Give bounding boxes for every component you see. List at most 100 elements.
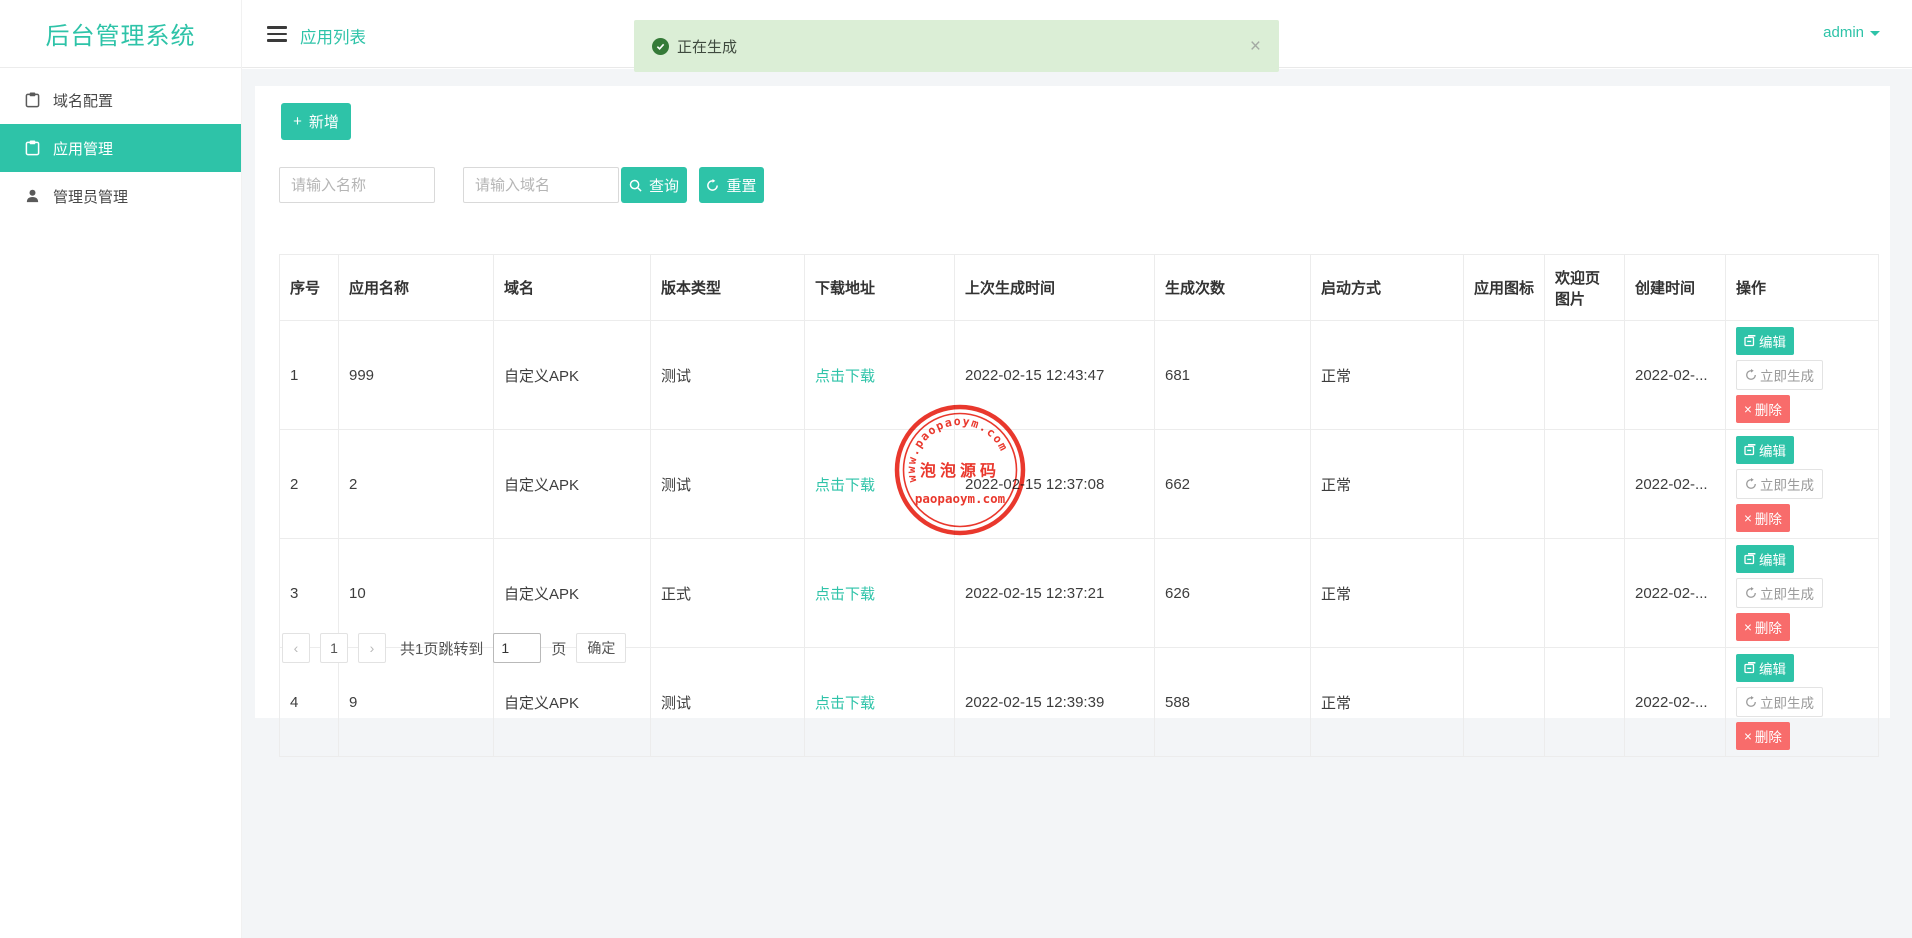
applications-table: 序号应用名称域名版本类型下载地址上次生成时间生成次数启动方式应用图标欢迎页图片创…	[279, 254, 1879, 757]
page-jump-input[interactable]	[493, 633, 541, 663]
cell-created: 2022-02-...	[1625, 648, 1726, 757]
delete-button[interactable]: ×删除	[1736, 722, 1790, 750]
cell-start-mode: 正常	[1311, 539, 1464, 648]
check-circle-icon	[652, 38, 669, 55]
cell-created: 2022-02-...	[1625, 321, 1726, 430]
x-icon: ×	[1744, 511, 1752, 526]
cell-no: 2	[280, 430, 339, 539]
generate-now-button[interactable]: 立即生成	[1736, 469, 1823, 499]
download-link[interactable]: 点击下载	[815, 695, 875, 712]
page-suffix-text: 页	[551, 638, 566, 659]
column-header: 应用名称	[339, 255, 494, 321]
cell-created: 2022-02-...	[1625, 539, 1726, 648]
delete-button[interactable]: ×删除	[1736, 395, 1790, 423]
sidebar-item-admin-manage[interactable]: 管理员管理	[0, 172, 241, 220]
cell-welcome-image	[1545, 648, 1625, 757]
generate-now-button[interactable]: 立即生成	[1736, 687, 1823, 717]
chevron-down-icon	[1870, 31, 1880, 36]
sidebar-item-domain-config[interactable]: 域名配置	[0, 76, 241, 124]
x-icon: ×	[1744, 729, 1752, 744]
search-icon	[629, 179, 642, 192]
toast-message: 正在生成	[677, 36, 737, 57]
cell-app-name: 10	[339, 539, 494, 648]
sidebar: 后台管理系统 域名配置 应用管理 管理员管理	[0, 0, 242, 938]
clipboard-icon	[25, 140, 40, 156]
cell-domain: 自定义APK	[494, 430, 651, 539]
cell-domain: 自定义APK	[494, 321, 651, 430]
cell-welcome-image	[1545, 430, 1625, 539]
pagination: ‹ 1 › 共1页跳转到 页 确定	[282, 633, 626, 663]
cell-download: 点击下载	[805, 539, 955, 648]
column-header: 应用图标	[1464, 255, 1545, 321]
table-row: 4 9 自定义APK 测试 点击下载 2022-02-15 12:39:39 5…	[280, 648, 1879, 757]
edit-icon	[1744, 444, 1756, 456]
hamburger-icon[interactable]	[267, 26, 287, 46]
column-header: 创建时间	[1625, 255, 1726, 321]
column-header: 启动方式	[1311, 255, 1464, 321]
search-button[interactable]: 查询	[621, 167, 687, 203]
main-content: + 新增 查询 重置	[242, 69, 1912, 938]
sidebar-item-label: 应用管理	[53, 138, 113, 159]
cell-domain: 自定义APK	[494, 648, 651, 757]
user-dropdown[interactable]: admin	[1823, 24, 1880, 41]
page-number-button[interactable]: 1	[320, 633, 348, 663]
cell-no: 4	[280, 648, 339, 757]
sidebar-menu: 域名配置 应用管理 管理员管理	[0, 68, 241, 220]
cell-app-name: 9	[339, 648, 494, 757]
column-header: 版本类型	[651, 255, 805, 321]
delete-button[interactable]: ×删除	[1736, 613, 1790, 641]
next-page-button[interactable]: ›	[358, 633, 386, 663]
download-link[interactable]: 点击下载	[815, 368, 875, 385]
cell-start-mode: 正常	[1311, 321, 1464, 430]
close-icon[interactable]: ×	[1250, 37, 1261, 56]
download-link[interactable]: 点击下载	[815, 586, 875, 603]
cell-app-icon	[1464, 539, 1545, 648]
column-header: 域名	[494, 255, 651, 321]
cell-generate-count: 626	[1155, 539, 1311, 648]
page-title: 应用列表	[300, 24, 366, 48]
edit-button[interactable]: 编辑	[1736, 654, 1794, 682]
plus-icon: +	[293, 113, 302, 130]
cell-domain: 自定义APK	[494, 539, 651, 648]
cell-version-type: 测试	[651, 430, 805, 539]
cell-app-name: 2	[339, 430, 494, 539]
page-total-text: 共1页跳转到	[400, 638, 483, 659]
reset-button[interactable]: 重置	[699, 167, 764, 203]
table-row: 1 999 自定义APK 测试 点击下载 2022-02-15 12:43:47…	[280, 321, 1879, 430]
cell-generate-count: 588	[1155, 648, 1311, 757]
delete-button[interactable]: ×删除	[1736, 504, 1790, 532]
content-card: + 新增 查询 重置	[255, 86, 1890, 718]
table-header-row: 序号应用名称域名版本类型下载地址上次生成时间生成次数启动方式应用图标欢迎页图片创…	[280, 255, 1879, 321]
add-button[interactable]: + 新增	[281, 103, 351, 140]
edit-icon	[1744, 553, 1756, 565]
cell-version-type: 测试	[651, 321, 805, 430]
download-link[interactable]: 点击下载	[815, 477, 875, 494]
cell-welcome-image	[1545, 321, 1625, 430]
edit-button[interactable]: 编辑	[1736, 545, 1794, 573]
column-header: 操作	[1726, 255, 1879, 321]
x-icon: ×	[1744, 620, 1752, 635]
name-search-input[interactable]	[279, 167, 435, 203]
sidebar-item-label: 域名配置	[53, 90, 113, 111]
edit-button[interactable]: 编辑	[1736, 327, 1794, 355]
cell-app-name: 999	[339, 321, 494, 430]
column-header: 生成次数	[1155, 255, 1311, 321]
generate-now-button[interactable]: 立即生成	[1736, 360, 1823, 390]
confirm-jump-button[interactable]: 确定	[576, 633, 626, 663]
prev-page-button[interactable]: ‹	[282, 633, 310, 663]
cell-version-type: 正式	[651, 539, 805, 648]
generate-now-button[interactable]: 立即生成	[1736, 578, 1823, 608]
domain-search-input[interactable]	[463, 167, 619, 203]
sidebar-item-app-manage[interactable]: 应用管理	[0, 124, 241, 172]
cell-app-icon	[1464, 321, 1545, 430]
cell-actions: 编辑 立即生成 ×删除	[1726, 321, 1879, 430]
cell-app-icon	[1464, 648, 1545, 757]
generate-refresh-icon	[1745, 587, 1757, 599]
cell-version-type: 测试	[651, 648, 805, 757]
success-toast: 正在生成 ×	[634, 20, 1279, 72]
cell-last-generated: 2022-02-15 12:39:39	[955, 648, 1155, 757]
filter-row: 查询 重置	[279, 167, 764, 203]
edit-icon	[1744, 335, 1756, 347]
cell-no: 3	[280, 539, 339, 648]
edit-button[interactable]: 编辑	[1736, 436, 1794, 464]
